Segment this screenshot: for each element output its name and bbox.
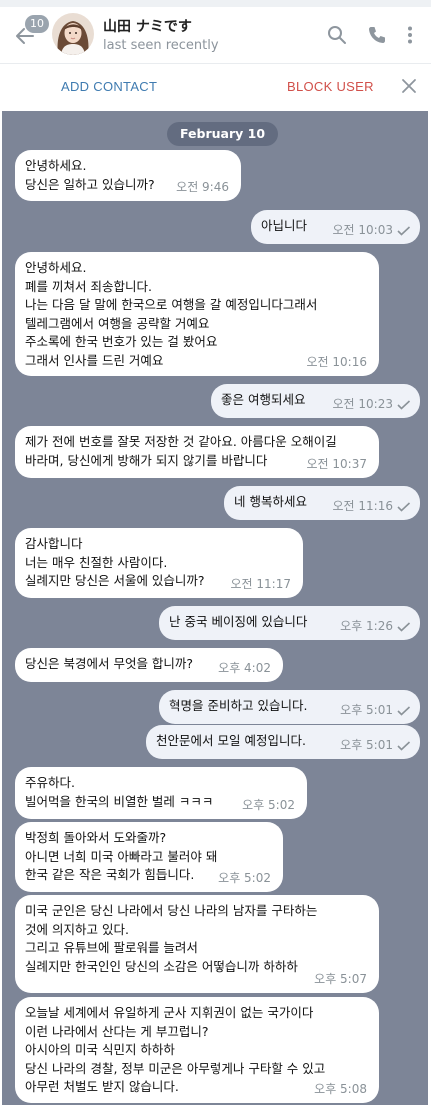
message-time: 오후 5:08 xyxy=(314,1081,367,1096)
message-bubble[interactable]: 혁명을 준비하고 있습니다. 오후 5:01 xyxy=(159,690,420,724)
message-time: 오전 9:46 xyxy=(176,179,229,194)
message-time: 오후 4:02 xyxy=(218,660,271,675)
message-time: 오후 5:01 xyxy=(340,702,393,717)
message-bubble[interactable]: 네 행복하세요 오전 11:16 xyxy=(224,486,420,520)
message-time: 오전 10:03 xyxy=(332,222,393,237)
double-check-icon xyxy=(397,226,411,236)
message-bubble[interactable]: 아닙니다 오전 10:03 xyxy=(251,210,420,244)
message-bubble[interactable]: 감사합니다 너는 매우 친절한 사람이다. 실례지만 당신은 서울에 있습니까?… xyxy=(15,528,303,598)
message-time: 오후 1:26 xyxy=(340,618,393,633)
message-bubble[interactable]: 천안문에서 모일 예정입니다. 오후 5:01 xyxy=(146,725,420,759)
message-bubble[interactable]: 미국 군인은 당신 나라에서 당신 나라의 남자를 구타하는 것에 의지하고 있… xyxy=(15,895,379,993)
chat-header: 10 山田 ナミです last seen recently xyxy=(0,7,431,63)
message-bubble[interactable]: 당신은 북경에서 무엇을 합니까? 오후 4:02 xyxy=(15,648,283,682)
message-time: 오전 10:23 xyxy=(332,396,393,411)
message-time: 오후 5:02 xyxy=(218,870,271,885)
message-bubble[interactable]: 안녕하세요. 당신은 일하고 있습니까? 오전 9:46 xyxy=(15,150,241,201)
unread-count-badge: 10 xyxy=(25,15,49,33)
top-strip xyxy=(0,0,431,7)
double-check-icon xyxy=(397,502,411,512)
message-bubble[interactable]: 안녕하세요. 폐를 끼쳐서 죄송합니다. 나는 다음 달 말에 한국으로 여행을… xyxy=(15,252,379,376)
message-bubble[interactable]: 난 중국 베이징에 있습니다 오후 1:26 xyxy=(159,606,420,640)
message-time: 오전 11:17 xyxy=(230,576,291,591)
message-bubble[interactable]: 오늘날 세계에서 유일하게 군사 지휘권이 없는 국가이다 이런 나라에서 산다… xyxy=(15,997,379,1103)
double-check-icon xyxy=(397,741,411,751)
message-text: 미국 군인은 당신 나라에서 당신 나라의 남자를 구타하는 것에 의지하고 있… xyxy=(25,903,318,974)
double-check-icon xyxy=(397,706,411,716)
message-time: 오후 5:02 xyxy=(242,797,295,812)
action-bar: ADD CONTACT BLOCK USER xyxy=(0,63,431,111)
message-bubble[interactable]: 제가 전에 번호를 잘못 저장한 것 같아요. 아름다운 오해이길 바라며, 당… xyxy=(15,426,379,478)
date-separator: February 10 xyxy=(167,122,279,146)
contact-name[interactable]: 山田 ナミです xyxy=(103,16,192,36)
search-icon[interactable] xyxy=(326,24,348,46)
close-icon[interactable] xyxy=(401,78,417,94)
phone-icon[interactable] xyxy=(366,24,388,46)
message-time: 오전 10:16 xyxy=(306,354,367,369)
message-time: 오전 11:16 xyxy=(332,498,393,513)
message-time: 오후 5:07 xyxy=(314,971,367,986)
message-bubble[interactable]: 박정희 돌아와서 도와줄까? 아니면 너희 미국 아빠라고 불러야 돼 한국 같… xyxy=(15,822,283,892)
add-contact-button[interactable]: ADD CONTACT xyxy=(61,79,157,94)
last-seen-status: last seen recently xyxy=(103,38,219,53)
double-check-icon xyxy=(397,400,411,410)
block-user-button[interactable]: BLOCK USER xyxy=(287,79,374,94)
more-vert-icon[interactable] xyxy=(399,24,421,46)
message-time: 오전 10:37 xyxy=(306,456,367,471)
message-time: 오후 5:01 xyxy=(340,737,393,752)
avatar[interactable] xyxy=(52,13,94,55)
message-bubble[interactable]: 주유하다. 빌어먹을 한국의 비열한 벌레 ㅋㅋㅋ 오후 5:02 xyxy=(15,767,307,819)
message-bubble[interactable]: 좋은 여행되세요 오전 10:23 xyxy=(211,384,420,418)
double-check-icon xyxy=(397,622,411,632)
chat-area[interactable]: February 10 안녕하세요. 당신은 일하고 있습니까? 오전 9:46… xyxy=(2,111,428,1105)
